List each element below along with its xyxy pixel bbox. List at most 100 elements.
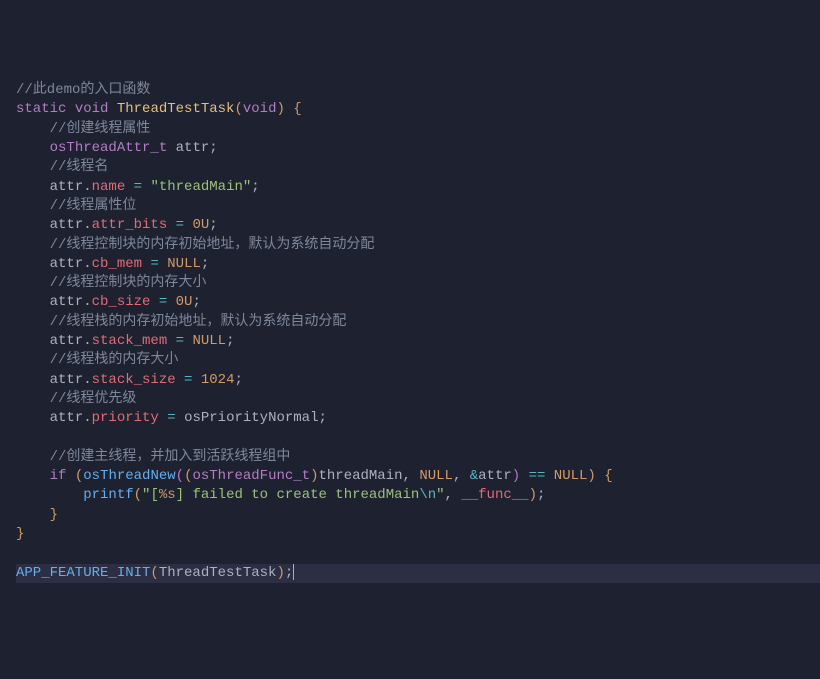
code-line: //线程控制块的内存初始地址，默认为系统自动分配 [16,236,820,255]
identifier: attr [50,217,84,233]
identifier: __func__ [461,487,528,503]
equals: = [134,179,142,195]
escape-char: \n [419,487,436,503]
dot: . [83,372,91,388]
code-line: attr.name = "threadMain"; [16,178,820,197]
text-cursor [293,564,294,580]
paren-open: ( [134,487,142,503]
comment: //线程栈的内存初始地址，默认为系统自动分配 [50,314,347,330]
keyword-static: static [16,101,66,117]
number: 0U [176,294,193,310]
brace-open: { [604,468,612,484]
property: name [92,179,126,195]
identifier: attr [50,410,84,426]
property: attr_bits [92,217,168,233]
comment: //线程优先级 [50,391,137,407]
paren-close: ) [276,565,284,581]
equals: = [150,256,158,272]
identifier: attr [50,372,84,388]
identifier: attr [50,179,84,195]
code-line: //线程属性位 [16,197,820,216]
semicolon: ; [201,256,209,272]
code-line: attr.attr_bits = 0U; [16,216,820,235]
semicolon: ; [537,487,545,503]
function-call: osThreadNew [83,468,175,484]
paren-close: ) [512,468,520,484]
comma: , [445,487,453,503]
function-call: APP_FEATURE_INIT [16,565,150,581]
equals: = [184,372,192,388]
string: "threadMain" [150,179,251,195]
dot: . [83,179,91,195]
code-line: //线程优先级 [16,390,820,409]
code-line: attr.priority = osPriorityNormal; [16,409,820,428]
comment: //线程栈的内存大小 [50,352,179,368]
paren-close: ) [587,468,595,484]
comment: //线程控制块的内存大小 [50,275,207,291]
code-line [16,429,820,448]
paren-close: ) [276,101,284,117]
code-line: //线程栈的内存大小 [16,351,820,370]
paren-close: ) [529,487,537,503]
code-line: if (osThreadNew((osThreadFunc_t)threadMa… [16,467,820,486]
code-line: } [16,525,820,544]
code-line: //线程栈的内存初始地址，默认为系统自动分配 [16,313,820,332]
semicolon: ; [318,410,326,426]
code-line: static void ThreadTestTask(void) { [16,100,820,119]
code-line: //创建线程属性 [16,120,820,139]
dot: . [83,333,91,349]
semicolon: ; [226,333,234,349]
property: priority [92,410,159,426]
code-line: attr.stack_size = 1024; [16,371,820,390]
paren-open: ( [75,468,83,484]
dot: . [83,256,91,272]
property: cb_mem [92,256,142,272]
identifier: osPriorityNormal [184,410,318,426]
code-line: attr.cb_size = 0U; [16,293,820,312]
identifier: attr [176,140,210,156]
keyword-void: void [243,101,277,117]
null: NULL [419,468,453,484]
paren-close: ) [310,468,318,484]
equals: = [176,333,184,349]
null: NULL [554,468,588,484]
comment: //线程控制块的内存初始地址，默认为系统自动分配 [50,237,375,253]
comment: //创建主线程，并加入到活跃线程组中 [50,449,291,465]
comment: //线程名 [50,159,109,175]
brace-close: } [16,526,24,542]
code-line: attr.stack_mem = NULL; [16,332,820,351]
dot: . [83,294,91,310]
comment: //线程属性位 [50,198,137,214]
identifier: attr [50,256,84,272]
brace-open: { [293,101,301,117]
code-editor[interactable]: //此demo的入口函数static void ThreadTestTask(v… [16,81,820,583]
semicolon: ; [234,372,242,388]
paren-open: ( [176,468,184,484]
code-line: printf("[%s] failed to create threadMain… [16,486,820,505]
dot: . [83,217,91,233]
format-specifier: %s [159,487,176,503]
keyword-if: if [50,468,67,484]
string: " [436,487,444,503]
function-def: ThreadTestTask [117,101,235,117]
type: osThreadFunc_t [192,468,310,484]
keyword-void: void [75,101,109,117]
code-line: osThreadAttr_t attr; [16,139,820,158]
ampersand: & [470,468,478,484]
identifier: attr [50,333,84,349]
property: cb_size [92,294,151,310]
code-line: //此demo的入口函数 [16,81,820,100]
comma: , [453,468,461,484]
property: stack_mem [92,333,168,349]
equals: = [167,410,175,426]
function-call: printf [83,487,133,503]
string: "[ [142,487,159,503]
string: ] failed to create threadMain [176,487,420,503]
property: stack_size [92,372,176,388]
code-line: //创建主线程，并加入到活跃线程组中 [16,448,820,467]
null: NULL [167,256,201,272]
number: 0U [192,217,209,233]
type: osThreadAttr_t [50,140,168,156]
null: NULL [192,333,226,349]
dot: . [83,410,91,426]
